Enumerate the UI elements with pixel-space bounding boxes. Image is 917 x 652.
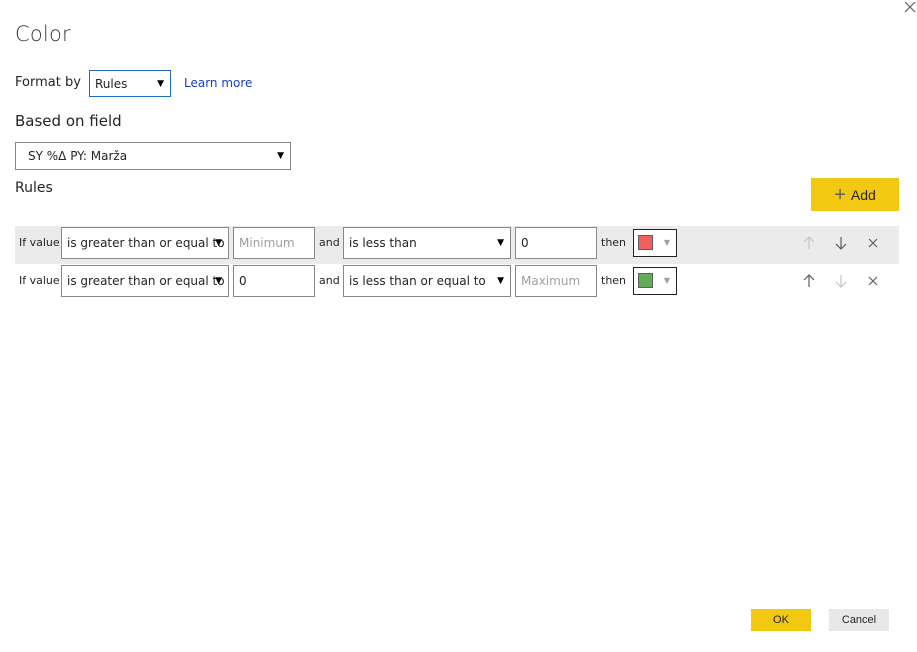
dropdown-arrow-icon: ▼ — [215, 238, 222, 248]
dropdown-arrow-icon: ▼ — [157, 78, 164, 89]
if-value-label: If value — [19, 236, 60, 249]
chevron-down-icon: ▼ — [663, 238, 670, 247]
condition-select-min[interactable]: is greater than or equal to ▼ — [61, 227, 229, 259]
then-label: then — [601, 236, 627, 249]
delete-rule-icon[interactable] — [865, 273, 881, 289]
and-label: and — [319, 274, 340, 287]
rules-label: Rules — [15, 180, 53, 196]
condition-value: is greater than or equal to — [67, 236, 225, 250]
add-rule-button[interactable]: + Add — [811, 178, 899, 211]
move-up-icon[interactable] — [801, 235, 817, 251]
dropdown-arrow-icon: ▼ — [497, 238, 504, 248]
then-label: then — [601, 274, 627, 287]
learn-more-link[interactable]: Learn more — [184, 76, 252, 90]
based-on-field-label: Based on field — [15, 112, 122, 130]
plus-icon: + — [834, 183, 846, 206]
color-picker[interactable]: ▼ — [633, 267, 677, 295]
min-value-input[interactable]: Minimum — [233, 227, 315, 259]
max-value-input[interactable]: 0 — [515, 227, 597, 259]
rule-row: If value is greater than or equal to ▼ M… — [15, 226, 899, 264]
condition-select-min[interactable]: is greater than or equal to ▼ — [61, 265, 229, 297]
move-down-icon[interactable] — [833, 273, 849, 289]
condition-value: is less than or equal to — [349, 274, 486, 288]
rule-row: If value is greater than or equal to ▼ 0… — [15, 264, 899, 302]
cancel-button[interactable]: Cancel — [829, 609, 889, 631]
color-swatch — [638, 273, 653, 288]
min-value-input[interactable]: 0 — [233, 265, 315, 297]
color-swatch — [638, 235, 653, 250]
dropdown-arrow-icon: ▼ — [215, 276, 222, 286]
format-by-value: Rules — [95, 76, 128, 91]
dropdown-arrow-icon: ▼ — [497, 276, 504, 286]
max-value-input[interactable]: Maximum — [515, 265, 597, 297]
and-label: and — [319, 236, 340, 249]
dialog-title: Color — [15, 22, 71, 46]
move-up-icon[interactable] — [801, 273, 817, 289]
based-on-field-select[interactable]: SY %Δ PY: Marža ▼ — [15, 142, 291, 170]
format-by-select[interactable]: Rules ▼ — [89, 70, 171, 97]
chevron-down-icon: ▼ — [663, 276, 670, 285]
close-icon[interactable] — [903, 0, 917, 14]
dropdown-arrow-icon: ▼ — [277, 151, 284, 161]
add-rule-label: Add — [850, 186, 876, 203]
condition-value: is less than — [349, 236, 417, 250]
format-by-label: Format by — [15, 75, 81, 90]
ok-button[interactable]: OK — [751, 609, 811, 631]
condition-value: is greater than or equal to — [67, 274, 225, 288]
delete-rule-icon[interactable] — [865, 235, 881, 251]
move-down-icon[interactable] — [833, 235, 849, 251]
condition-select-max[interactable]: is less than ▼ — [343, 227, 511, 259]
based-on-field-value: SY %Δ PY: Marža — [28, 149, 128, 163]
color-picker[interactable]: ▼ — [633, 229, 677, 257]
condition-select-max[interactable]: is less than or equal to ▼ — [343, 265, 511, 297]
if-value-label: If value — [19, 274, 60, 287]
